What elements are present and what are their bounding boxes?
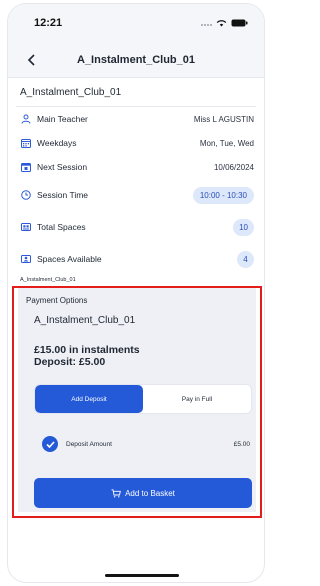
check-icon: [45, 440, 55, 448]
deposit-amount-label: Deposit Amount: [66, 440, 112, 448]
row-label: Weekdays: [37, 138, 77, 148]
wifi-icon: [216, 20, 227, 27]
row-label: Next Session: [37, 162, 88, 172]
price-line: £15.00 in instalments: [34, 344, 140, 356]
deposit-amount-value: £5.00: [233, 440, 250, 448]
add-to-basket-label: Add to Basket: [125, 488, 175, 498]
add-deposit-tab[interactable]: Add Deposit: [35, 385, 143, 413]
club-title: A_Instalment_Club_01: [16, 78, 256, 107]
deposit-line: Deposit: £5.00: [34, 356, 106, 368]
chevron-left-icon: [27, 54, 35, 66]
status-time: 12:21: [34, 17, 63, 29]
signal-icon: [201, 24, 212, 26]
home-indicator: [105, 574, 179, 577]
payment-heading: Payment Options: [26, 296, 88, 305]
page-title: A_Instalment_Club_01: [77, 53, 195, 66]
row-label: Total Spaces: [37, 222, 86, 232]
calendar-grid-icon: [20, 138, 31, 149]
session-time-pill: 10:00 - 10:30: [192, 186, 254, 204]
deposit-amount-row: Deposit Amount £5.00: [42, 434, 250, 454]
payment-club-name: A_Instalment_Club_01: [34, 315, 136, 326]
row-spaces-available: Spaces Available 4: [16, 243, 256, 275]
row-session-time: Session Time 10:00 - 10:30: [16, 179, 256, 211]
clock-icon: [20, 190, 31, 201]
row-main-teacher: Main Teacher Miss L AGUSTIN: [16, 107, 256, 131]
grid-seat-icon: [20, 222, 31, 233]
row-label: Spaces Available: [37, 254, 102, 264]
person-icon: [20, 114, 31, 125]
row-value: Mon, Tue, Wed: [199, 138, 254, 148]
calendar-day-icon: [20, 162, 31, 173]
club-details: A_Instalment_Club_01 Main Teacher Miss L…: [8, 78, 264, 287]
payment-price: £15.00 in instalments Deposit: £5.00: [18, 326, 256, 368]
row-total-spaces: Total Spaces 10: [16, 211, 256, 243]
row-next-session: Next Session 10/06/2024: [16, 155, 256, 179]
total-spaces-pill: 10: [233, 218, 254, 236]
add-to-basket-button[interactable]: Add to Basket: [34, 478, 252, 508]
deposit-checkbox[interactable]: [42, 436, 58, 452]
seat-available-icon: [20, 254, 31, 265]
payment-toggle: Add Deposit Pay in Full: [34, 384, 252, 414]
status-icons: [200, 19, 248, 27]
payment-options-panel: Payment Options A_Instalment_Club_01 £15…: [12, 286, 262, 518]
row-value: 10/06/2024: [213, 162, 254, 172]
row-label: Session Time: [37, 190, 89, 200]
battery-icon: [231, 19, 248, 27]
nav-bar: A_Instalment_Club_01: [8, 42, 264, 78]
back-button[interactable]: [22, 51, 40, 69]
row-weekdays: Weekdays Mon, Tue, Wed: [16, 131, 256, 155]
row-value: Miss L AGUSTIN: [193, 114, 254, 124]
row-label: Main Teacher: [37, 114, 88, 124]
payment-card: Payment Options A_Instalment_Club_01 £15…: [18, 288, 256, 512]
pay-in-full-tab[interactable]: Pay in Full: [143, 385, 251, 413]
cart-icon: [111, 488, 121, 497]
spaces-available-pill: 4: [237, 250, 254, 268]
status-bar: 12:21: [8, 4, 264, 42]
